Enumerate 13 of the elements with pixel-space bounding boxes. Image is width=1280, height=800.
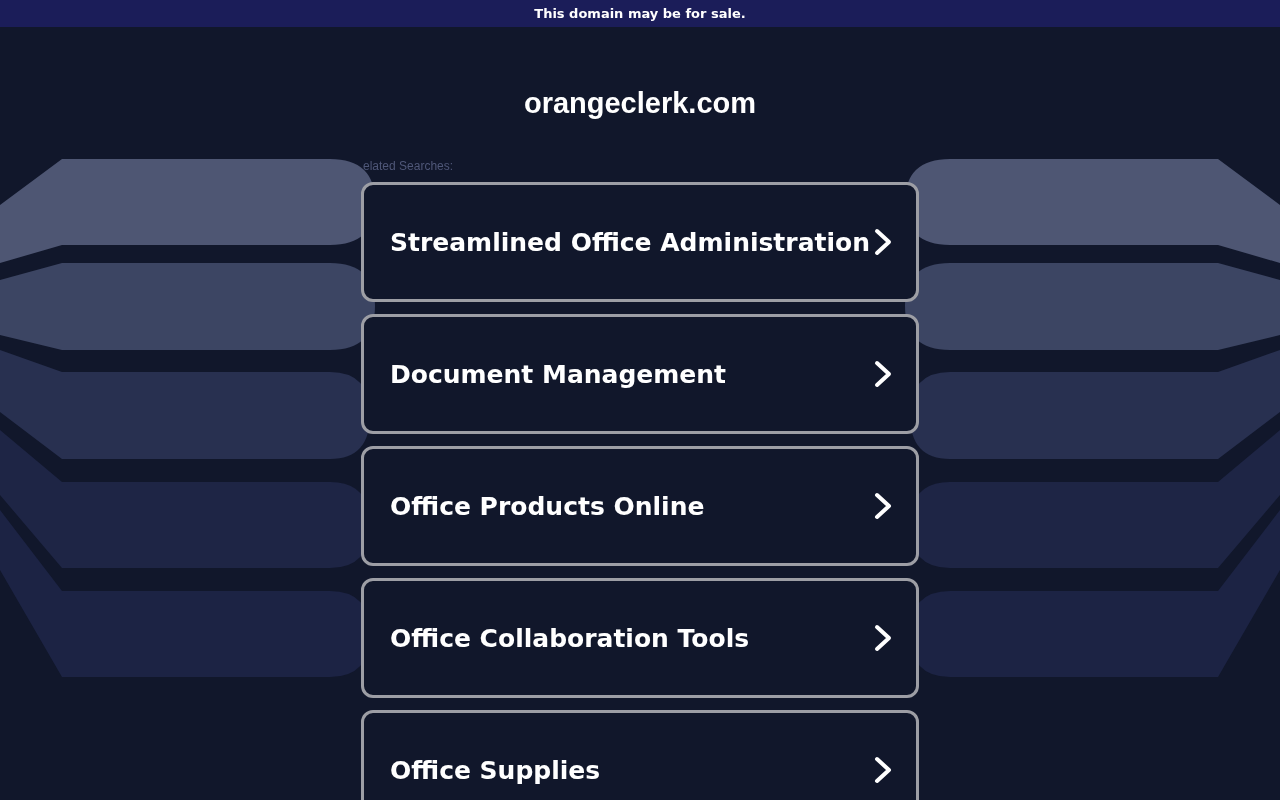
chevron-right-icon xyxy=(874,360,892,388)
chevron-right-icon xyxy=(874,228,892,256)
search-link[interactable]: Streamlined Office Administration xyxy=(361,182,919,302)
domain-title: orangeclerk.com xyxy=(522,86,758,120)
search-link[interactable]: Office Products Online xyxy=(361,446,919,566)
chevron-right-icon xyxy=(874,756,892,784)
search-link[interactable]: Office Collaboration Tools xyxy=(361,578,919,698)
search-link[interactable]: Office Supplies xyxy=(361,710,919,800)
chevron-right-icon xyxy=(874,624,892,652)
search-link[interactable]: Document Management xyxy=(361,314,919,434)
chevron-right-icon xyxy=(874,492,892,520)
related-searches-label: elated Searches: xyxy=(363,159,454,173)
sale-banner[interactable]: This domain may be for sale. xyxy=(0,0,1280,27)
